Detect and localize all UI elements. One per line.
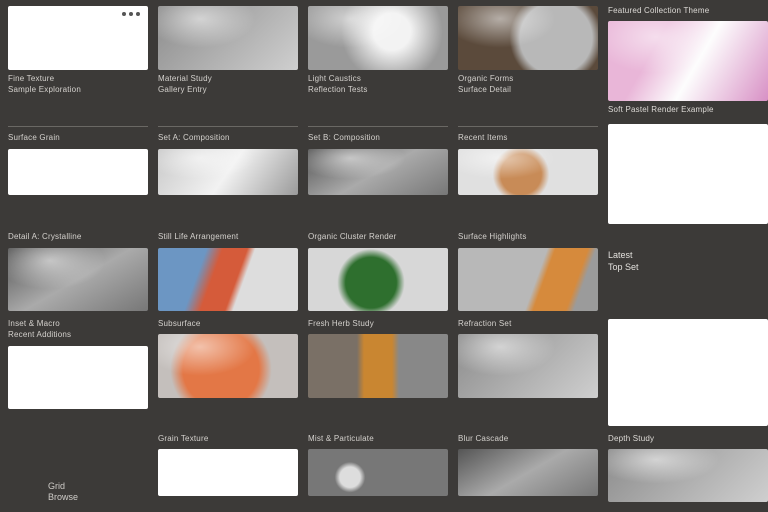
thumbnail[interactable] bbox=[308, 149, 448, 196]
caption: Organic Forms bbox=[458, 74, 598, 83]
separator bbox=[158, 126, 298, 127]
cell-1-0: Surface Grain bbox=[8, 124, 148, 228]
cell-4-1: Grain Texture bbox=[158, 434, 298, 507]
thumbnail[interactable] bbox=[158, 149, 298, 196]
cell-3-0: Inset & Macro Recent Additions bbox=[8, 319, 148, 430]
caption-sub: Reflection Tests bbox=[308, 85, 448, 94]
thumbnail[interactable] bbox=[458, 449, 598, 496]
thumbnail[interactable] bbox=[308, 6, 448, 70]
cell-1-4 bbox=[608, 124, 768, 228]
more-icon[interactable] bbox=[122, 12, 140, 16]
caption: Inset & Macro bbox=[8, 319, 148, 328]
caption: Grain Texture bbox=[158, 434, 298, 443]
caption: Refraction Set bbox=[458, 319, 598, 328]
thumbnail[interactable] bbox=[458, 248, 598, 312]
thumbnail[interactable] bbox=[308, 334, 448, 398]
caption: Material Study bbox=[158, 74, 298, 83]
thumbnail[interactable] bbox=[458, 149, 598, 196]
cell-3-1: Subsurface bbox=[158, 319, 298, 430]
caption: Blur Cascade bbox=[458, 434, 598, 443]
caption: Subsurface bbox=[158, 319, 298, 328]
thumb-blank[interactable] bbox=[608, 319, 768, 426]
caption: Light Caustics bbox=[308, 74, 448, 83]
cell-4-4: Depth Study bbox=[608, 434, 768, 507]
cell-2-2: Organic Cluster Render bbox=[308, 232, 448, 315]
cell-1-3: Recent Items bbox=[458, 124, 598, 228]
caption: Mist & Particulate bbox=[308, 434, 448, 443]
caption: Still Life Arrangement bbox=[158, 232, 298, 241]
cell-0-1: Material Study Gallery Entry bbox=[158, 6, 298, 120]
caption: Soft Pastel Render Example bbox=[608, 105, 768, 114]
caption: Fresh Herb Study bbox=[308, 319, 448, 328]
caption-sub: Gallery Entry bbox=[158, 85, 298, 94]
separator bbox=[8, 126, 148, 127]
thumbnail[interactable] bbox=[158, 248, 298, 312]
thumb-blank[interactable] bbox=[8, 6, 148, 70]
cell-2-0: Detail A: Crystalline bbox=[8, 232, 148, 315]
caption: Detail A: Crystalline bbox=[8, 232, 148, 241]
thumbnail[interactable] bbox=[608, 449, 768, 502]
footer-line[interactable]: Browse bbox=[48, 492, 78, 504]
footer: Grid Browse bbox=[48, 481, 78, 504]
caption: Recent Items bbox=[458, 133, 598, 142]
caption-sub: Recent Additions bbox=[8, 330, 148, 339]
cell-2-3: Surface Highlights bbox=[458, 232, 598, 315]
cell-3-3: Refraction Set bbox=[458, 319, 598, 430]
cell-1-2: Set B: Composition bbox=[308, 124, 448, 228]
separator bbox=[308, 126, 448, 127]
badge[interactable]: Top Set bbox=[608, 262, 768, 272]
caption: Organic Cluster Render bbox=[308, 232, 448, 241]
cell-0-0: Fine Texture Sample Exploration bbox=[8, 6, 148, 120]
thumbnail[interactable] bbox=[608, 21, 768, 101]
separator bbox=[458, 126, 598, 127]
caption-sub: Surface Detail bbox=[458, 85, 598, 94]
cell-0-4: Featured Collection Theme Soft Pastel Re… bbox=[608, 6, 768, 120]
thumb-blank[interactable] bbox=[608, 124, 768, 224]
thumbnail[interactable] bbox=[158, 6, 298, 70]
thumbnail[interactable] bbox=[308, 449, 448, 496]
panel-title: Featured Collection Theme bbox=[608, 6, 768, 15]
thumbnail[interactable] bbox=[458, 334, 598, 398]
caption: Set A: Composition bbox=[158, 133, 298, 142]
asset-grid: Fine Texture Sample Exploration Material… bbox=[0, 0, 768, 506]
caption: Surface Grain bbox=[8, 133, 148, 142]
thumbnail[interactable] bbox=[458, 6, 598, 70]
caption: Fine Texture bbox=[8, 74, 148, 83]
cell-0-2: Light Caustics Reflection Tests bbox=[308, 6, 448, 120]
thumb-blank[interactable] bbox=[158, 449, 298, 496]
thumbnail[interactable] bbox=[158, 334, 298, 398]
cell-4-3: Blur Cascade bbox=[458, 434, 598, 507]
cell-2-4: Latest Top Set bbox=[608, 232, 768, 315]
thumbnail[interactable] bbox=[8, 248, 148, 312]
cell-3-4 bbox=[608, 319, 768, 430]
cell-1-1: Set A: Composition bbox=[158, 124, 298, 228]
caption: Surface Highlights bbox=[458, 232, 598, 241]
cell-0-3: Organic Forms Surface Detail bbox=[458, 6, 598, 120]
caption: Set B: Composition bbox=[308, 133, 448, 142]
caption-sub: Sample Exploration bbox=[8, 85, 148, 94]
cell-4-2: Mist & Particulate bbox=[308, 434, 448, 507]
badge[interactable]: Latest bbox=[608, 250, 768, 260]
cell-3-2: Fresh Herb Study bbox=[308, 319, 448, 430]
thumb-blank[interactable] bbox=[8, 149, 148, 196]
footer-line[interactable]: Grid bbox=[48, 481, 78, 493]
caption: Depth Study bbox=[608, 434, 768, 443]
cell-2-1: Still Life Arrangement bbox=[158, 232, 298, 315]
thumb-blank[interactable] bbox=[8, 346, 148, 410]
thumbnail[interactable] bbox=[308, 248, 448, 312]
